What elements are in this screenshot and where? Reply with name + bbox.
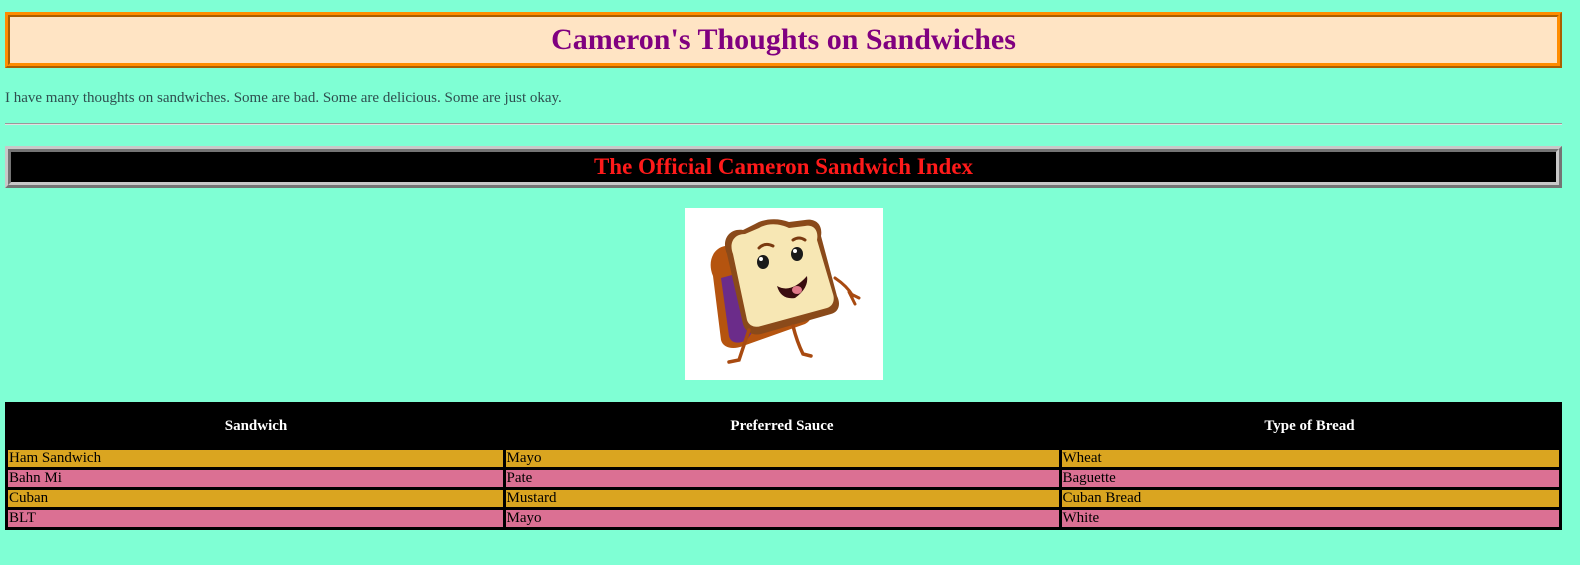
column-header-type-of-bread: Type of Bread xyxy=(1060,403,1561,449)
cell-sandwich: Bahn Mi xyxy=(5,467,506,490)
sandwich-table: Sandwich Preferred Sauce Type of Bread H… xyxy=(5,402,1562,530)
table-row: Bahn Mi Pate Baguette xyxy=(5,467,1562,490)
sandwich-index-title: The Official Cameron Sandwich Index xyxy=(593,154,974,179)
cell-sauce: Mustard xyxy=(502,487,1062,510)
table-row: Ham Sandwich Mayo Wheat xyxy=(5,447,1562,470)
divider xyxy=(5,123,1562,125)
table-row: BLT Mayo White xyxy=(5,507,1562,530)
table-row: Cuban Mustard Cuban Bread xyxy=(5,487,1562,510)
page-title: Cameron's Thoughts on Sandwiches xyxy=(551,23,1016,56)
cell-sauce: Mayo xyxy=(502,447,1062,470)
sandwich-mascot-image xyxy=(685,208,883,380)
sandwich-index-banner: The Official Cameron Sandwich Index xyxy=(5,146,1562,188)
column-header-sandwich: Sandwich xyxy=(6,403,504,449)
cell-sauce: Pate xyxy=(502,467,1062,490)
cell-bread: Wheat xyxy=(1058,447,1562,470)
cell-bread: White xyxy=(1058,507,1562,530)
cell-sandwich: Ham Sandwich xyxy=(5,447,506,470)
intro-paragraph: I have many thoughts on sandwiches. Some… xyxy=(5,90,562,106)
page-title-banner: Cameron's Thoughts on Sandwiches xyxy=(5,12,1562,68)
bread-mascot-icon xyxy=(710,219,861,364)
column-header-preferred-sauce: Preferred Sauce xyxy=(504,403,1060,449)
cell-sandwich: BLT xyxy=(5,507,506,530)
cell-sandwich: Cuban xyxy=(5,487,506,510)
cell-sauce: Mayo xyxy=(502,507,1062,530)
cell-bread: Cuban Bread xyxy=(1058,487,1562,510)
table-header-row: Sandwich Preferred Sauce Type of Bread xyxy=(6,403,1561,449)
cell-bread: Baguette xyxy=(1058,467,1562,490)
